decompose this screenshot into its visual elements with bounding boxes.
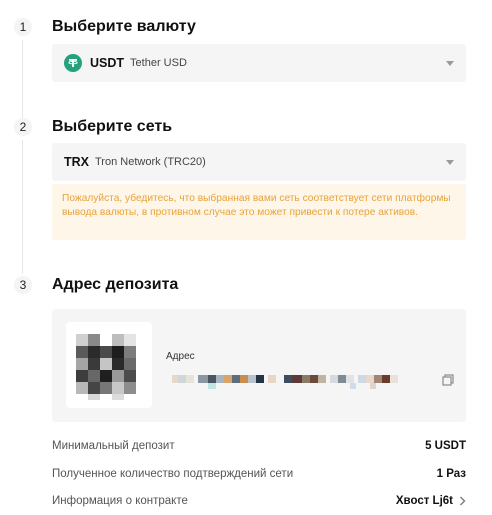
step-2-number: 2 — [14, 118, 32, 136]
currency-symbol: USDT — [90, 56, 125, 70]
network-select[interactable]: TRX Tron Network (TRC20) — [52, 143, 466, 181]
deposit-address-panel: Адрес — [52, 309, 466, 422]
step-3-number: 3 — [14, 276, 32, 294]
step-1-title: Выберите валюту — [52, 18, 196, 35]
currency-select[interactable]: USDT Tether USD — [52, 44, 466, 82]
info-label: Информация о контракте — [52, 495, 188, 507]
step-1-number: 1 — [14, 18, 32, 36]
step-2-title: Выберите сеть — [52, 118, 173, 135]
confirmations-row: Полученное количество подтверждений сети… — [52, 468, 466, 480]
contract-value: Хвост Lj6t — [395, 495, 453, 507]
info-value: 5 USDT — [425, 440, 466, 452]
info-value: 1 Раз — [436, 468, 466, 480]
step-3-title: Адрес депозита — [52, 276, 179, 293]
info-label: Минимальный депозит — [52, 440, 175, 452]
currency-name: Tether USD — [130, 57, 187, 69]
copy-icon[interactable] — [442, 373, 454, 391]
network-symbol: TRX — [64, 155, 89, 169]
chevron-down-icon — [446, 60, 454, 66]
network-name: Tron Network (TRC20) — [95, 156, 206, 168]
network-warning: Пожалуйста, убедитесь, что выбранная вам… — [52, 184, 466, 240]
step-connector — [22, 40, 23, 118]
tether-icon — [64, 54, 82, 72]
min-deposit-row: Минимальный депозит 5 USDT — [52, 440, 466, 452]
contract-link[interactable]: Хвост Lj6t — [396, 495, 466, 507]
address-label: Адрес — [166, 351, 195, 362]
deposit-address-value[interactable] — [172, 373, 434, 391]
info-label: Полученное количество подтверждений сети — [52, 468, 294, 480]
deposit-qr-code — [66, 322, 152, 408]
chevron-down-icon — [446, 159, 454, 165]
step-connector — [22, 140, 23, 274]
chevron-right-icon — [460, 496, 466, 506]
contract-info-row[interactable]: Информация о контракте Хвост Lj6t — [52, 495, 466, 507]
